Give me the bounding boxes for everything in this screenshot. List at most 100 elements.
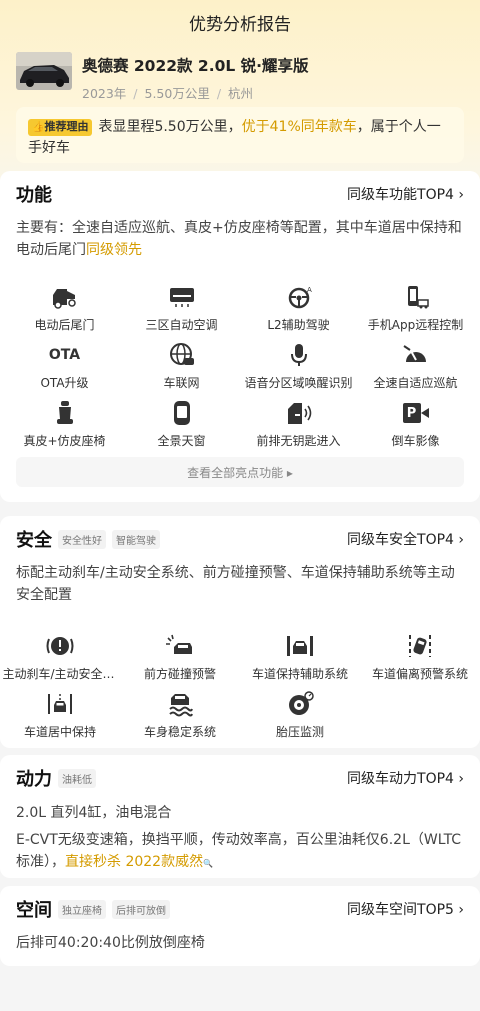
safety-item[interactable]: 车身稳定系统 (120, 690, 240, 748)
safety-label: 车道保持辅助系统 (251, 667, 348, 681)
feature-label: 真皮+仿皮座椅 (23, 434, 106, 448)
sunroof-icon (168, 399, 196, 427)
svg-text:A: A (307, 286, 312, 294)
car-mileage: 5.50万公里 (144, 86, 210, 101)
safety-header: 安全 安全性好 智能驾驶 同级车安全TOP4 › (0, 516, 480, 562)
page-title: 优势分析报告 (189, 14, 291, 35)
ota-icon: OTA (48, 341, 81, 369)
feature-item[interactable]: 前排无钥匙进入 (240, 399, 357, 457)
feature-label: L2辅助驾驶 (267, 318, 330, 332)
function-desc-text: 主要有：全速自适应巡航、真皮+仿皮座椅等配置，其中车道居中保持和电动后尾门 (16, 220, 462, 258)
compare-link-label: 直接秒杀 2022款威然 (65, 854, 204, 870)
safety-label: 前方碰撞预警 (143, 667, 216, 681)
feature-item[interactable]: 电动后尾门 (6, 283, 123, 341)
function-card: 功能 同级车功能TOP4 › 主要有：全速自适应巡航、真皮+仿皮座椅等配置，其中… (0, 171, 480, 502)
ota-glyph: OTA (48, 347, 81, 363)
car-thumbnail[interactable] (16, 52, 72, 90)
safety-item[interactable]: 主动刹车/主动安全系统 (0, 632, 120, 690)
feature-label: OTA升级 (40, 376, 89, 390)
safety-description: 标配主动刹车/主动安全系统、前方碰撞预警、车道保持辅助系统等主动安全配置 (16, 565, 455, 603)
meta-separator: / (216, 86, 222, 101)
feature-label: 车联网 (163, 376, 200, 390)
feature-item[interactable]: 车联网 (123, 341, 240, 399)
function-top-link[interactable]: 同级车功能TOP4 › (347, 184, 464, 204)
feature-label: 电动后尾门 (34, 318, 95, 332)
feature-item[interactable]: OTA OTA升级 (6, 341, 123, 399)
safety-label: 车道偏离预警系统 (371, 667, 468, 681)
feature-item[interactable]: 手机App远程控制 (357, 283, 474, 341)
feature-label: 全速自适应巡航 (373, 376, 458, 390)
function-description: 主要有：全速自适应巡航、真皮+仿皮座椅等配置，其中车道居中保持和电动后尾门同级领… (0, 217, 480, 261)
speedometer-icon (402, 341, 430, 369)
car-meta: 2023年 / 5.50万公里 / 杭州 (82, 83, 309, 102)
brake-warning-icon (46, 632, 74, 660)
steering-wheel-icon: A (285, 283, 313, 311)
function-title: 功能 (16, 185, 52, 206)
space-card: 空间 独立座椅 后排可放倒 同级车空间TOP5 › 后排可40:20:40比例放… (0, 886, 480, 966)
lane-keep-icon (286, 632, 314, 660)
safety-top-link[interactable]: 同级车安全TOP4 › (347, 529, 464, 549)
safety-chip: 安全性好 (58, 529, 106, 549)
view-all-features-button[interactable]: 查看全部亮点功能 ▸ (16, 457, 464, 487)
lane-departure-icon (406, 632, 434, 660)
safety-label: 车道居中保持 (23, 725, 96, 739)
feature-label: 倒车影像 (391, 434, 440, 448)
tailgate-icon (51, 283, 79, 311)
feature-item[interactable]: 语音分区域唤醒识别 (240, 341, 357, 399)
feature-label: 前排无钥匙进入 (256, 434, 341, 448)
safety-grid: 主动刹车/主动安全系统 前方碰撞预警 车道保持辅助系统 车道偏离预警系统 车道居… (0, 632, 480, 748)
function-desc-highlight: 同级领先 (86, 242, 142, 258)
parking-camera-icon: P (402, 399, 430, 427)
seat-icon (51, 399, 79, 427)
car-city: 杭州 (228, 86, 254, 101)
keyless-door-icon (285, 399, 313, 427)
feature-item[interactable]: 三区自动空调 (123, 283, 240, 341)
safety-chip: 智能驾驶 (112, 529, 160, 549)
recommend-reason-tag-label: 推荐理由 (44, 120, 89, 133)
space-description: 后排可40:20:40比例放倒座椅 (16, 935, 205, 951)
safety-label: 车身稳定系统 (143, 725, 216, 739)
feature-item[interactable]: 全速自适应巡航 (357, 341, 474, 399)
power-transmission: E-CVT无级变速箱，换挡平顺，传动效率高，百公里油耗仅6.2L（WLTC标准）… (0, 829, 480, 875)
lane-center-icon (46, 690, 74, 718)
air-conditioner-icon (168, 283, 196, 311)
space-chip: 独立座椅 (58, 899, 106, 919)
safety-item[interactable]: 车道居中保持 (0, 690, 120, 748)
safety-item[interactable]: 胎压监测 (240, 690, 360, 748)
search-icon: 🔍 (203, 859, 214, 868)
feature-label: 三区自动空调 (145, 318, 218, 332)
compare-link[interactable]: 直接秒杀 2022款威然🔍 (65, 854, 213, 870)
power-title: 动力 (16, 769, 52, 790)
power-header: 动力 油耗低 同级车动力TOP4 › (0, 755, 480, 801)
feature-label: 全景天窗 (157, 434, 206, 448)
car-name: 奥德赛 2022款 2.0L 锐·耀享版 (82, 57, 309, 75)
phone-remote-icon (402, 283, 430, 311)
feature-label: 语音分区域唤醒识别 (244, 376, 353, 390)
safety-label: 胎压监测 (275, 725, 324, 739)
safety-item[interactable]: 车道保持辅助系统 (240, 632, 360, 690)
recommend-reason-tag: 👍推荐理由 (28, 119, 93, 136)
microphone-icon (285, 341, 313, 369)
thumb-up-icon: 👍 (32, 122, 45, 133)
feature-label: 手机App远程控制 (367, 318, 464, 332)
meta-separator: / (133, 86, 138, 101)
feature-item[interactable]: 全景天窗 (123, 399, 240, 457)
tire-pressure-icon (286, 690, 314, 718)
function-grid: 电动后尾门 三区自动空调 A L2辅助驾驶 手机App远程控制 OTA OTA升级 … (0, 283, 480, 457)
feature-item[interactable]: 真皮+仿皮座椅 (6, 399, 123, 457)
collision-warning-icon (166, 632, 194, 660)
feature-item[interactable]: P 倒车影像 (357, 399, 474, 457)
safety-item[interactable]: 前方碰撞预警 (120, 632, 240, 690)
function-header: 功能 同级车功能TOP4 › (0, 171, 480, 217)
feature-item[interactable]: A L2辅助驾驶 (240, 283, 357, 341)
safety-title: 安全 (16, 530, 52, 551)
car-summary[interactable]: 奥德赛 2022款 2.0L 锐·耀享版 2023年 / 5.50万公里 / 杭… (0, 44, 480, 104)
safety-item[interactable]: 车道偏离预警系统 (360, 632, 480, 690)
safety-label: 主动刹车/主动安全系统 (2, 667, 118, 681)
space-top-link[interactable]: 同级车空间TOP5 › (347, 899, 464, 919)
recommend-reason: 👍推荐理由 表显里程5.50万公里，优于41%同年款车，属于个人一手好车 (16, 107, 464, 163)
power-top-link[interactable]: 同级车动力TOP4 › (347, 768, 464, 788)
reason-text: 表显里程5.50万公里， (98, 119, 242, 135)
reason-highlight: 优于41%同年款车 (241, 119, 357, 135)
car-year: 2023年 (82, 86, 127, 101)
